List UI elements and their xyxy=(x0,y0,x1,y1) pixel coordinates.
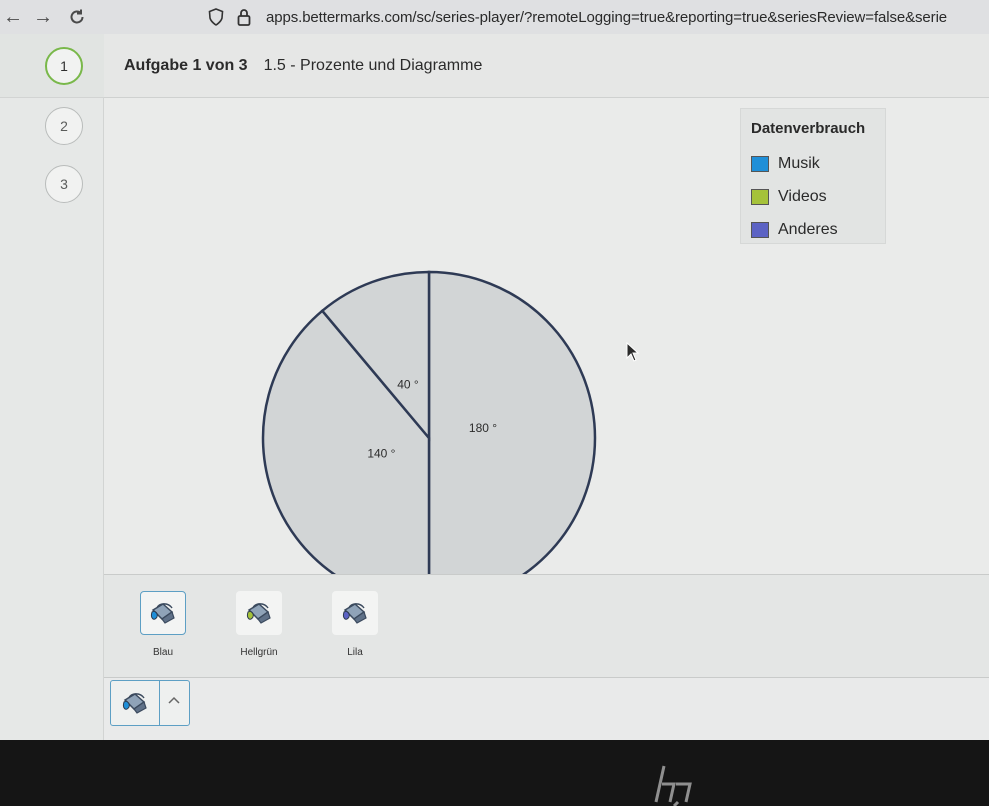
back-icon[interactable]: ← xyxy=(0,0,26,34)
step-1[interactable]: 1 xyxy=(45,47,83,85)
pie-angle-label-3: 40 ° xyxy=(397,378,419,392)
legend-label-anderes: Anderes xyxy=(778,221,838,238)
hp-logo-icon xyxy=(652,762,698,806)
task-header: Aufgabe 1 von 3 1.5 - Prozente und Diagr… xyxy=(104,34,989,98)
browser-toolbar: ← → apps.bettermarks.com/sc/series-playe… xyxy=(0,0,989,34)
task-title: 1.5 - Prozente und Diagramme xyxy=(263,56,483,74)
paint-bucket-blau-button[interactable] xyxy=(140,591,186,635)
reload-icon[interactable] xyxy=(60,0,94,34)
step-1-label: 1 xyxy=(60,58,68,74)
legend-label-videos: Videos xyxy=(778,188,827,205)
legend-title: Datenverbrauch xyxy=(751,120,866,137)
lock-icon xyxy=(232,5,256,29)
forward-icon[interactable]: → xyxy=(26,0,60,34)
mouse-cursor-icon xyxy=(626,342,640,362)
chevron-up-icon[interactable] xyxy=(167,692,181,708)
paint-bucket-hellgruen-button[interactable] xyxy=(236,591,282,635)
pie-sector-1[interactable] xyxy=(427,270,597,574)
legend-item-anderes: Anderes xyxy=(751,221,838,239)
tool-label-lila: Lila xyxy=(347,647,363,658)
paint-bucket-icon xyxy=(151,603,175,624)
monitor-bezel xyxy=(0,740,989,806)
series-player: 1 2 3 Aufgabe 1 von 3 1.5 - Prozente und… xyxy=(0,34,989,740)
step-3-label: 3 xyxy=(60,176,68,192)
legend-label-musik: Musik xyxy=(778,155,820,172)
pie-angle-label-2: 140 ° xyxy=(367,447,395,461)
legend-swatch-musik xyxy=(751,156,769,172)
legend-swatch-anderes xyxy=(751,222,769,238)
address-bar[interactable]: apps.bettermarks.com/sc/series-player/?r… xyxy=(204,3,947,31)
pie-angle-label-1: 180 ° xyxy=(469,421,497,435)
exercise-canvas: 180 ° 140 ° 40 ° Datenverbrauch Musik Vide… xyxy=(104,98,989,574)
divider xyxy=(159,680,160,726)
color-palette: Blau Hellgrün Lila xyxy=(104,574,989,678)
step-3[interactable]: 3 xyxy=(45,165,83,203)
task-counter: Aufgabe 1 von 3 xyxy=(124,56,248,74)
step-sidebar: 1 2 3 xyxy=(0,34,104,740)
url-text: apps.bettermarks.com/sc/series-player/?r… xyxy=(266,8,948,26)
paint-bucket-lila-button[interactable] xyxy=(332,591,378,635)
legend: Datenverbrauch Musik Videos Anderes xyxy=(740,108,886,244)
paint-bucket-icon xyxy=(123,693,147,714)
step-2[interactable]: 2 xyxy=(45,107,83,145)
shield-icon xyxy=(204,5,228,29)
active-tool-selector[interactable] xyxy=(110,680,190,726)
paint-bucket-icon xyxy=(343,603,367,624)
legend-swatch-videos xyxy=(751,189,769,205)
step-2-label: 2 xyxy=(60,118,68,134)
tool-label-hellgruen: Hellgrün xyxy=(240,647,278,658)
legend-item-videos: Videos xyxy=(751,188,827,206)
legend-item-musik: Musik xyxy=(751,155,820,173)
paint-bucket-icon xyxy=(247,603,271,624)
tool-label-blau: Blau xyxy=(152,647,173,658)
